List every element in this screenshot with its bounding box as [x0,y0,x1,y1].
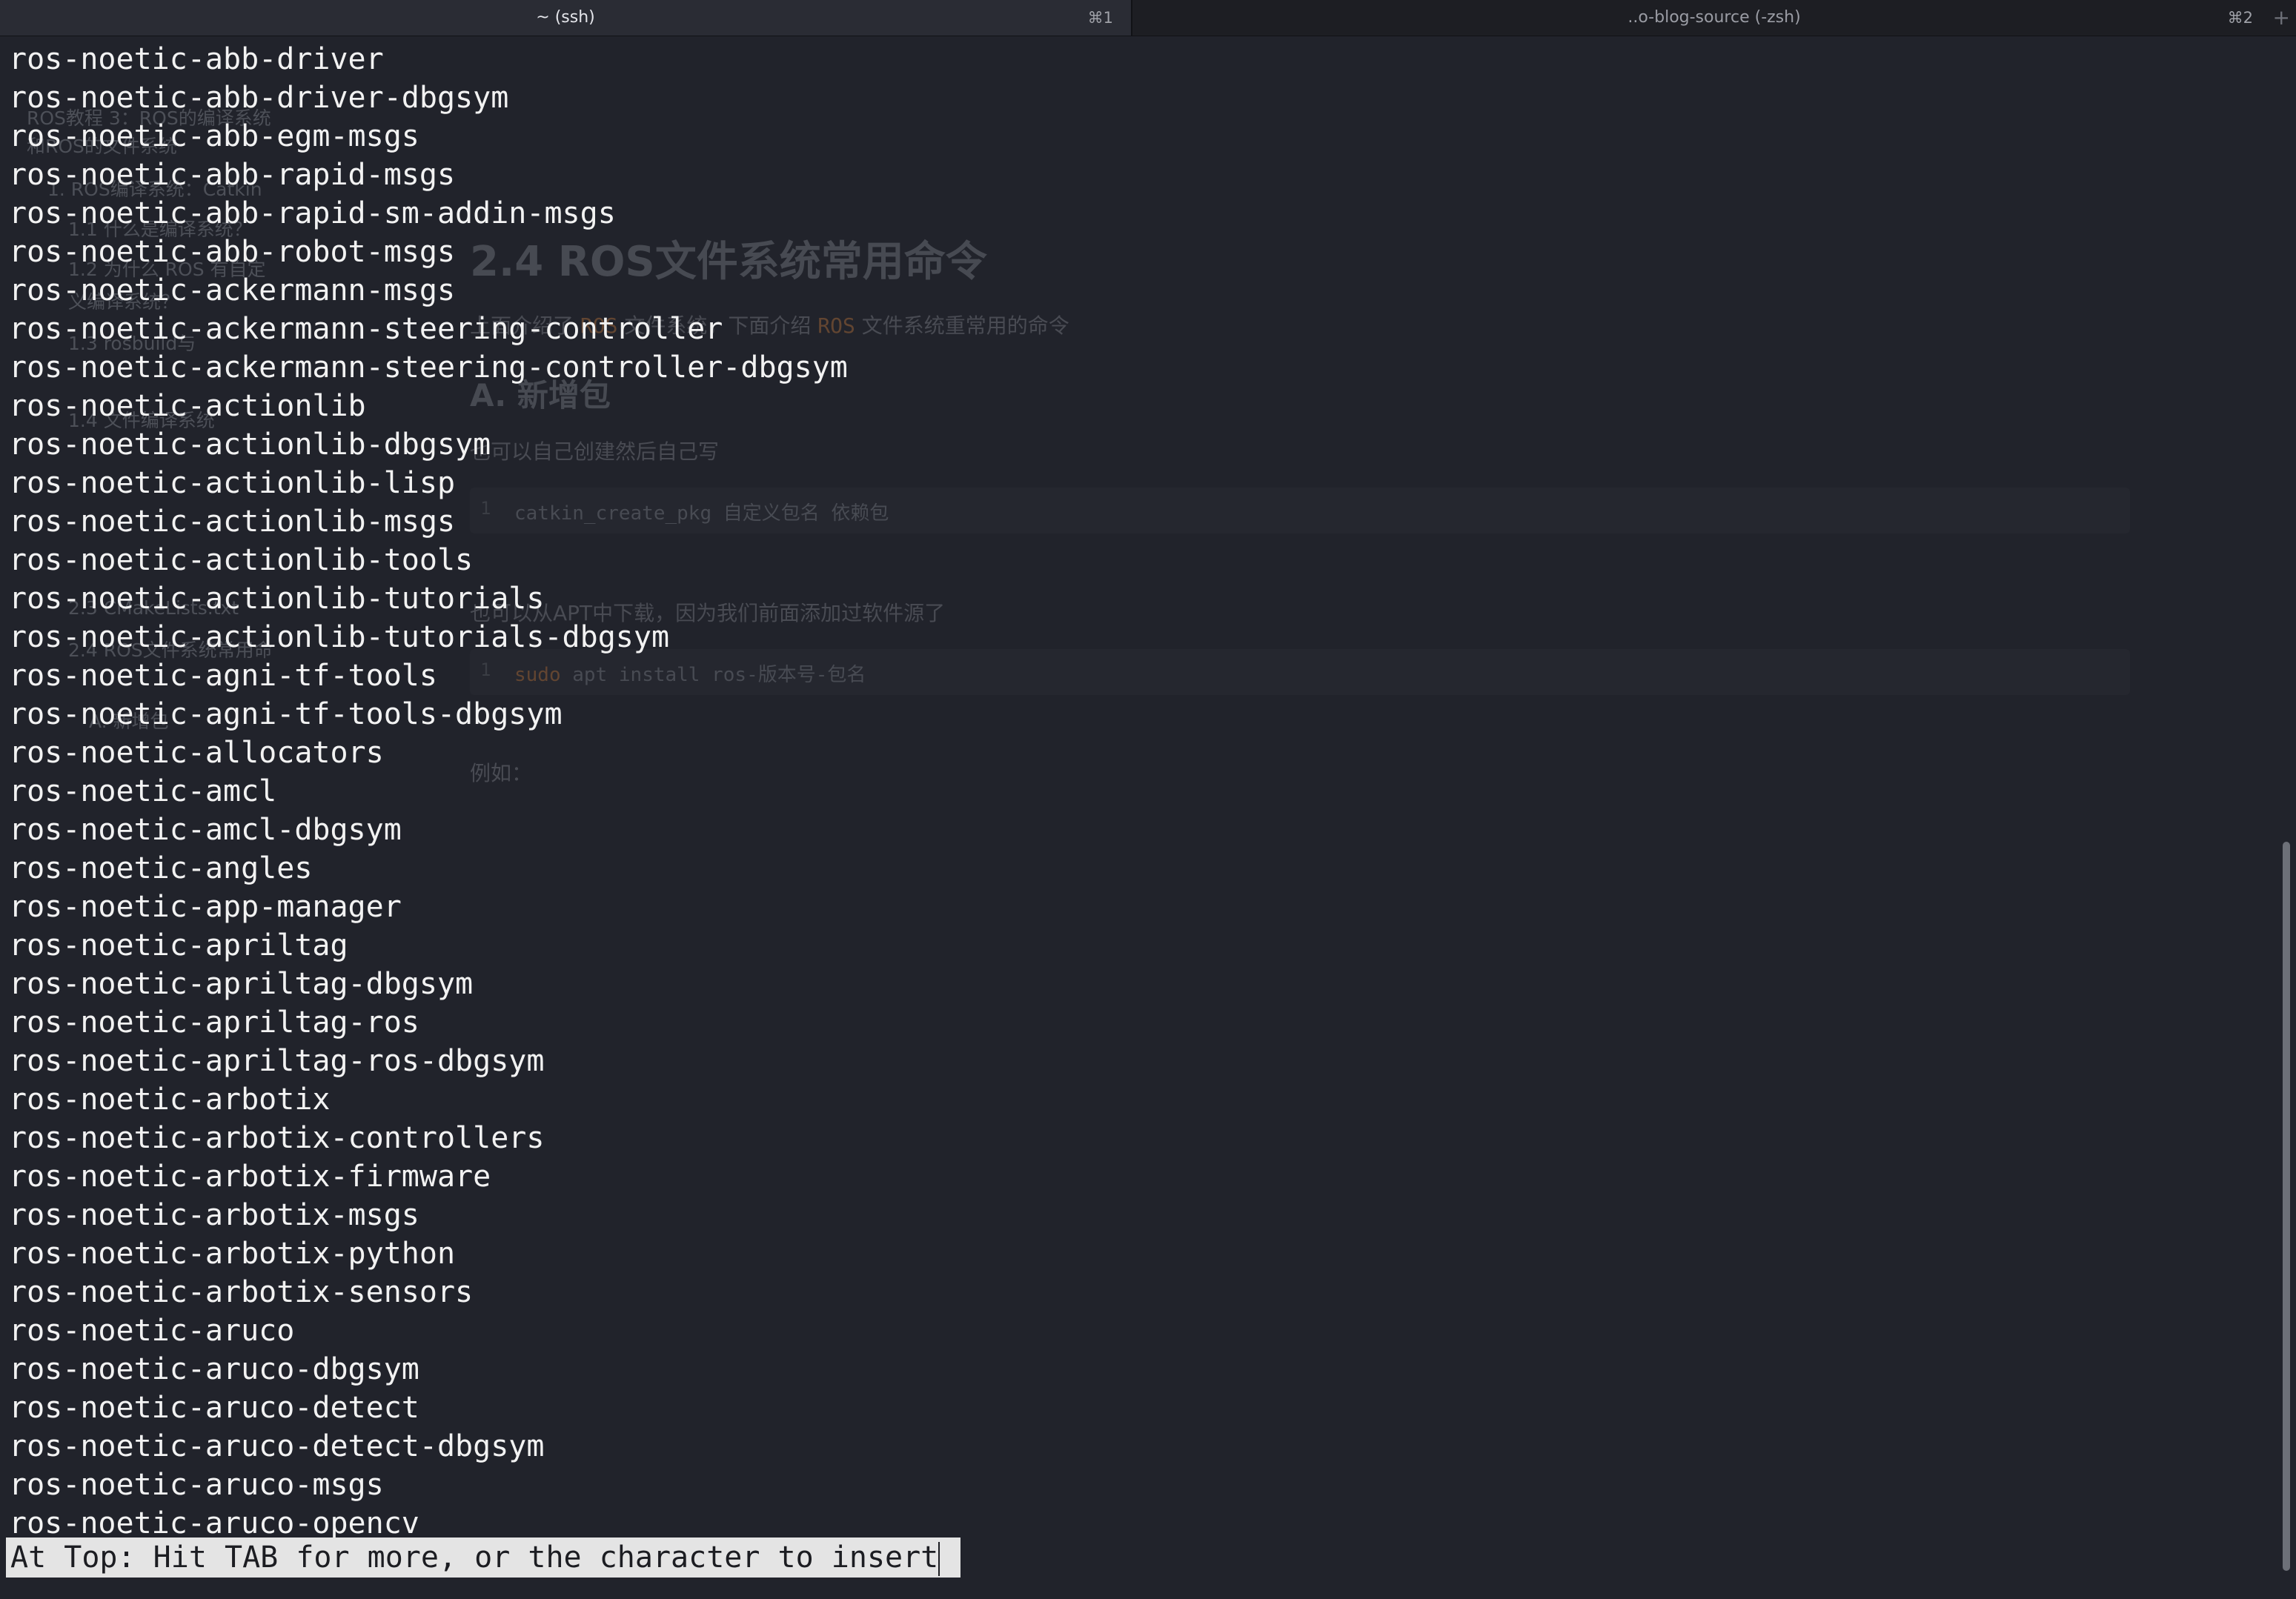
completion-item: ros-noetic-abb-rapid-sm-addin-msgs [9,196,616,230]
tab-title: ~ (ssh) [536,8,595,27]
completion-item: ros-noetic-arbotix-sensors [9,1275,474,1309]
completion-item: ros-noetic-abb-driver [9,42,384,76]
completion-item: ros-noetic-app-manager [9,890,402,924]
completion-item: ros-noetic-agni-tf-tools [9,659,437,693]
completion-item: ros-noetic-actionlib-lisp [9,466,456,500]
tab-shortcut: ⌘1 [1087,9,1113,27]
completion-item: ros-noetic-apriltag-ros [9,1005,419,1040]
completion-status: At Top: Hit TAB for more, or the charact… [6,1538,961,1578]
completion-item: ros-noetic-aruco [9,1314,295,1348]
completion-item: ros-noetic-actionlib-msgs [9,505,456,539]
tab-ssh[interactable]: ~ (ssh) ⌘1 [0,0,1131,36]
completion-item: ros-noetic-abb-driver-dbgsym [9,81,509,115]
completion-item: ros-noetic-allocators [9,736,384,770]
text-cursor [938,1542,957,1576]
completion-item: ros-noetic-apriltag-ros-dbgsym [9,1044,545,1078]
completion-item: ros-noetic-ackermann-msgs [9,273,456,308]
completion-item: ros-noetic-actionlib-dbgsym [9,428,491,462]
completion-item: ros-noetic-agni-tf-tools-dbgsym [9,697,563,731]
completion-item: ros-noetic-ackermann-steering-controller… [9,350,848,385]
completion-item: ros-noetic-angles [9,851,313,885]
completion-item: ros-noetic-arbotix-controllers [9,1121,545,1155]
completion-item: ros-noetic-aruco-detect [9,1391,419,1425]
completion-item: ros-noetic-actionlib-tools [9,543,474,577]
scrollbar-thumb[interactable] [2283,842,2290,1571]
tab-shortcut: ⌘2 [2227,9,2253,27]
completion-item: ros-noetic-amcl [9,774,277,808]
new-tab-icon[interactable]: + [2273,0,2290,36]
terminal-output[interactable]: ros-noetic-abb-driver ros-noetic-abb-dri… [0,36,2275,1599]
completion-item: ros-noetic-actionlib [9,389,366,423]
completion-item: ros-noetic-aruco-msgs [9,1468,384,1502]
completion-item: ros-noetic-arbotix [9,1083,331,1117]
completion-item: ros-noetic-apriltag [9,928,348,963]
tab-title: ..o-blog-source (-zsh) [1628,8,1801,27]
completion-item: ros-noetic-abb-egm-msgs [9,119,419,153]
completion-item: ros-noetic-abb-rapid-msgs [9,158,456,192]
completion-item: ros-noetic-arbotix-firmware [9,1160,491,1194]
completion-item: ros-noetic-abb-robot-msgs [9,235,456,269]
completion-item: ros-noetic-arbotix-msgs [9,1198,419,1232]
completion-item: ros-noetic-actionlib-tutorials [9,582,545,616]
completion-item: ros-noetic-amcl-dbgsym [9,813,402,847]
completion-item: ros-noetic-apriltag-dbgsym [9,967,474,1001]
completion-item: ros-noetic-aruco-detect-dbgsym [9,1429,545,1463]
tab-blog-source[interactable]: ..o-blog-source (-zsh) ⌘2 + [1132,0,2296,36]
completion-item: ros-noetic-actionlib-tutorials-dbgsym [9,620,670,654]
completion-status-text: At Top: Hit TAB for more, or the charact… [10,1540,939,1575]
completion-item: ros-noetic-arbotix-python [9,1237,456,1271]
tab-bar: ~ (ssh) ⌘1 ..o-blog-source (-zsh) ⌘2 + [0,0,2296,36]
completion-item: ros-noetic-ackermann-steering-controller [9,312,723,346]
completion-item: ros-noetic-aruco-dbgsym [9,1352,419,1386]
